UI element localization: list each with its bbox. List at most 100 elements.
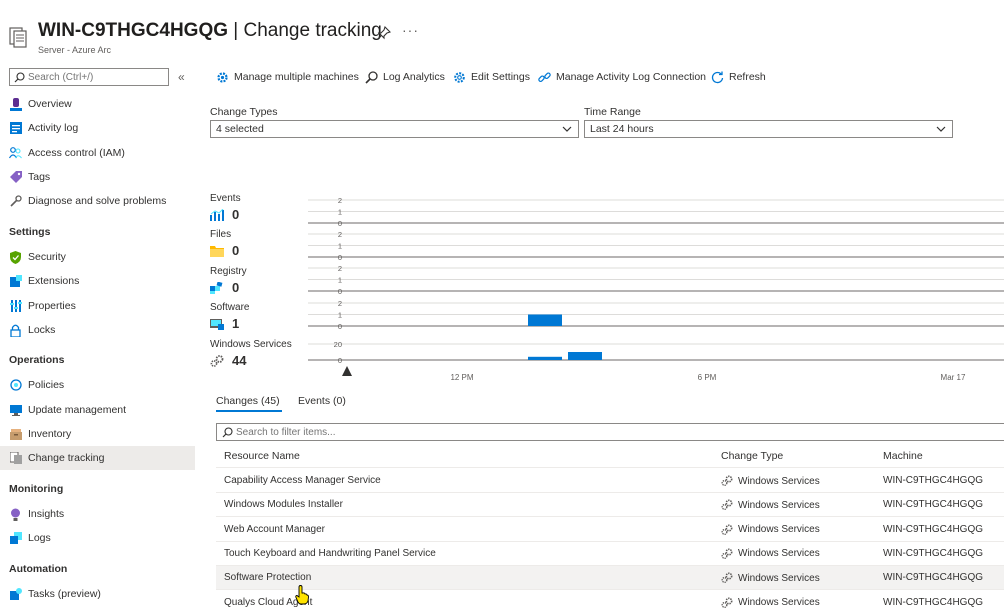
table-row[interactable]: Windows Modules Installer Windows Service…	[216, 493, 1004, 518]
table-row[interactable]: Capability Access Manager Service Windows…	[216, 469, 1004, 493]
table-row[interactable]: Touch Keyboard and Handwriting Panel Ser…	[216, 542, 1004, 566]
tasks-icon	[9, 588, 22, 601]
y-tick-label: 1	[338, 311, 342, 320]
activity-log-icon	[9, 122, 22, 135]
sidebar-item-diagnose[interactable]: Diagnose and solve problems	[0, 189, 195, 213]
extensions-icon	[9, 275, 22, 288]
services-gears-icon	[721, 548, 733, 560]
y-tick-label: 0	[338, 356, 342, 365]
table-row[interactable]: Qualys Cloud Agent Windows Services WIN-C9…	[216, 591, 1004, 614]
sidebar-item-access-control[interactable]: Access control (IAM)	[0, 141, 195, 165]
column-header-machine[interactable]: Machine	[883, 450, 923, 462]
change-types-dropdown[interactable]: 4 selected	[210, 120, 579, 138]
sidebar-search[interactable]	[9, 68, 169, 86]
services-gears-icon	[721, 572, 733, 584]
refresh-icon	[711, 71, 724, 84]
collapse-sidebar-button[interactable]: «	[178, 70, 185, 84]
search-icon	[222, 426, 233, 437]
edit-settings-button[interactable]: Edit Settings	[453, 68, 530, 86]
sidebar-search-input[interactable]	[28, 71, 158, 83]
pin-icon[interactable]	[377, 26, 391, 40]
manage-activity-log-connection-button[interactable]: Manage Activity Log Connection	[538, 68, 706, 86]
inventory-icon	[9, 428, 22, 441]
y-tick-label: 2	[338, 196, 342, 205]
sidebar-item-properties[interactable]: Properties	[0, 294, 195, 318]
cell-machine: WIN-C9THGC4HGQG	[883, 547, 983, 559]
files-count: 0	[210, 243, 239, 258]
mouse-cursor-icon	[295, 585, 309, 605]
cell-change-type: Windows Services	[721, 572, 820, 584]
sidebar-item-tasks[interactable]: Tasks (preview)	[0, 582, 195, 606]
cell-change-type: Windows Services	[721, 596, 820, 609]
time-range-label: Time Range	[584, 106, 641, 118]
column-header-resource-name[interactable]: Resource Name	[224, 450, 300, 462]
search-icon	[14, 71, 25, 82]
cell-change-type: Windows Services	[721, 524, 820, 536]
time-marker-icon	[342, 366, 352, 376]
sidebar-item-overview[interactable]: Overview	[0, 92, 195, 116]
y-tick-label: 2	[338, 299, 342, 308]
chart-bar	[568, 352, 602, 360]
cell-resource-name: Capability Access Manager Service	[224, 475, 381, 486]
shield-icon	[9, 250, 22, 264]
software-icon	[210, 318, 224, 330]
y-tick-label: 1	[338, 276, 342, 285]
services-gears-icon	[721, 499, 733, 511]
software-count: 1	[210, 316, 239, 331]
sidebar-item-inventory[interactable]: Inventory	[0, 422, 195, 446]
sidebar-item-locks[interactable]: Locks	[0, 318, 195, 342]
tab-changes[interactable]: Changes (45)	[216, 395, 280, 407]
sidebar-item-security[interactable]: Security	[0, 245, 195, 269]
sidebar-item-policies[interactable]: Policies	[0, 373, 195, 397]
sidebar-item-change-tracking[interactable]: Change tracking	[0, 446, 195, 470]
lock-icon	[9, 324, 22, 337]
registry-label: Registry	[210, 266, 247, 277]
x-tick-label: Mar 17	[941, 373, 966, 382]
windows-services-count: 44	[210, 353, 246, 368]
table-search[interactable]	[216, 423, 1004, 441]
policy-icon	[9, 379, 22, 392]
events-label: Events	[210, 193, 241, 204]
y-tick-label: 2	[338, 230, 342, 239]
sidebar-item-insights[interactable]: Insights	[0, 502, 195, 526]
more-options-button[interactable]: ···	[402, 22, 419, 38]
column-header-change-type[interactable]: Change Type	[721, 450, 783, 462]
chevron-down-icon	[562, 126, 572, 132]
folder-icon	[210, 245, 224, 257]
table-row[interactable]: Web Account Manager Windows Services WIN-C…	[216, 518, 1004, 542]
windows-services-label: Windows Services	[210, 339, 292, 350]
y-tick-label: 0	[338, 253, 342, 262]
tab-events[interactable]: Events (0)	[298, 395, 346, 407]
manage-multiple-machines-button[interactable]: Manage multiple machines	[216, 68, 359, 86]
section-settings: Settings	[9, 226, 51, 238]
cell-resource-name: Windows Modules Installer	[224, 499, 343, 511]
x-tick-label: 6 PM	[698, 373, 717, 382]
sidebar-item-update-management[interactable]: Update management	[0, 398, 195, 422]
chart-bar	[528, 314, 562, 326]
refresh-button[interactable]: Refresh	[711, 68, 766, 86]
cell-machine: WIN-C9THGC4HGQG	[883, 596, 983, 608]
time-range-dropdown[interactable]: Last 24 hours	[584, 120, 953, 138]
registry-count: 0	[210, 280, 239, 295]
sidebar-item-extensions[interactable]: Extensions	[0, 269, 195, 293]
events-count: 0	[210, 207, 239, 222]
services-gears-icon	[210, 354, 224, 367]
table-search-input[interactable]	[236, 426, 636, 438]
table-row[interactable]: Software Protection Windows Services WIN-C…	[216, 566, 1004, 591]
services-gears-icon	[721, 596, 733, 609]
section-monitoring: Monitoring	[9, 483, 64, 495]
sidebar-item-activity-log[interactable]: Activity log	[0, 116, 195, 140]
people-icon	[9, 147, 22, 160]
log-analytics-button[interactable]: Log Analytics	[365, 68, 445, 86]
wrench-icon	[9, 195, 22, 208]
insights-icon	[9, 508, 22, 521]
gear-cluster-icon	[216, 71, 229, 84]
sidebar-item-logs[interactable]: Logs	[0, 526, 195, 550]
change-tracking-icon	[9, 452, 22, 465]
change-types-label: Change Types	[210, 106, 278, 118]
sidebar-item-tags[interactable]: Tags	[0, 165, 195, 189]
y-tick-label: 0	[338, 219, 342, 228]
cell-resource-name: Touch Keyboard and Handwriting Panel Ser…	[224, 547, 436, 559]
section-operations: Operations	[9, 354, 65, 366]
active-tab-indicator	[216, 410, 282, 412]
